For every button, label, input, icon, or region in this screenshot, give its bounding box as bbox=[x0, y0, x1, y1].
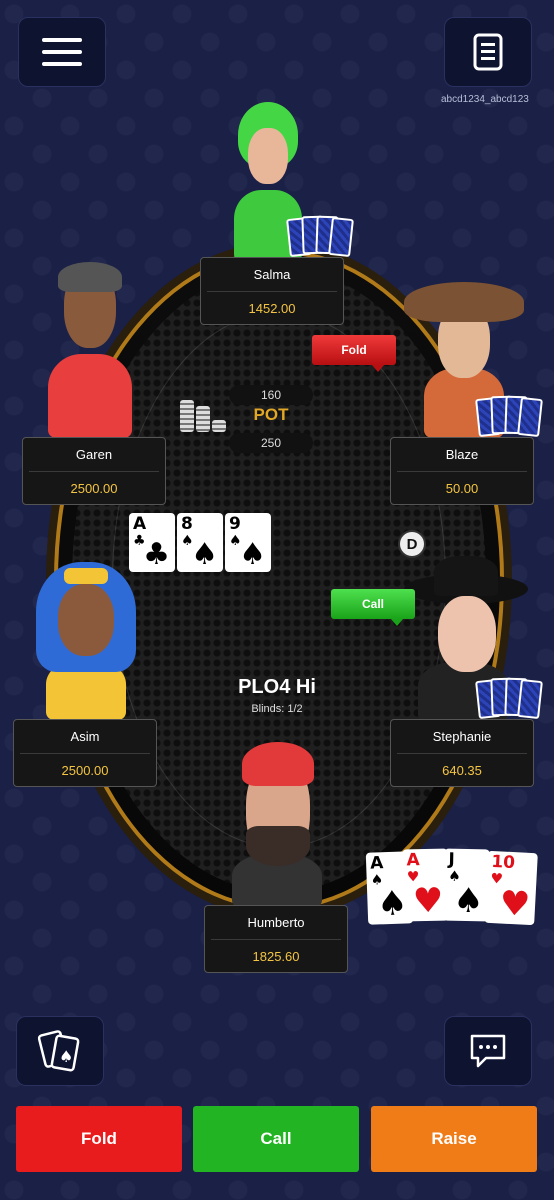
player-name: Stephanie bbox=[397, 720, 527, 754]
avatar-asim bbox=[10, 562, 160, 720]
seat-asim[interactable]: Asim 2500.00 bbox=[13, 719, 157, 787]
pot-amount-top: 160 bbox=[229, 385, 313, 405]
player-stack: 1825.60 bbox=[252, 948, 300, 964]
my-cards-button[interactable]: ♠ bbox=[16, 1016, 104, 1086]
player-stack: 2500.00 bbox=[70, 480, 118, 496]
card-rank: A bbox=[133, 514, 147, 534]
player-stack: 2500.00 bbox=[61, 762, 109, 778]
card-suit-large: ♥ bbox=[498, 883, 532, 925]
fold-button[interactable]: Fold bbox=[16, 1106, 182, 1172]
salma-card-backs bbox=[286, 214, 358, 258]
card-rank: A bbox=[406, 850, 420, 871]
seat-stephanie[interactable]: Stephanie 640.35 bbox=[390, 719, 534, 787]
hand-history-button[interactable] bbox=[444, 17, 532, 87]
blaze-card-backs bbox=[475, 394, 547, 438]
hero-card-2: A ♥ ♥ bbox=[402, 848, 449, 922]
card-rank: A bbox=[369, 853, 384, 874]
card-rank: 9 bbox=[229, 514, 241, 534]
card-rank: 10 bbox=[490, 851, 516, 874]
call-button[interactable]: Call bbox=[193, 1106, 359, 1172]
player-name: Asim bbox=[20, 720, 150, 754]
dealer-button: D bbox=[398, 530, 426, 558]
avatar-humberto bbox=[228, 742, 326, 908]
card-spade-icon: ♠ bbox=[37, 1030, 80, 1072]
salma-action-bubble: Fold bbox=[312, 335, 396, 372]
player-stack: 50.00 bbox=[445, 480, 479, 496]
card-suit-large: ♠ bbox=[191, 537, 218, 572]
raise-button[interactable]: Raise bbox=[371, 1106, 537, 1172]
hero-card-4: 10 ♥ ♥ bbox=[484, 850, 538, 926]
blinds-label: Blinds: 1/2 bbox=[251, 703, 303, 715]
card-rank: 8 bbox=[181, 514, 193, 534]
card-suit-large: ♠ bbox=[239, 537, 266, 572]
chat-bubble-icon bbox=[470, 1034, 506, 1068]
board-card-3: 9 ♠ ♠ bbox=[225, 513, 271, 572]
player-name: Salma bbox=[207, 258, 337, 292]
hero-card-3: J ♠ ♠ bbox=[443, 848, 490, 922]
board-card-2: 8 ♠ ♠ bbox=[177, 513, 223, 572]
stephanie-card-backs bbox=[475, 676, 547, 720]
board-card-1: A ♣ ♣ bbox=[129, 513, 175, 572]
chip-stack-icon bbox=[178, 398, 228, 434]
game-type: PLO4 Hi bbox=[238, 676, 316, 698]
card-suit-large: ♥ bbox=[412, 880, 444, 922]
player-stack: 1452.00 bbox=[248, 300, 296, 316]
chat-button[interactable] bbox=[444, 1016, 532, 1086]
card-rank: J bbox=[448, 849, 455, 870]
seat-garen[interactable]: Garen 2500.00 bbox=[22, 437, 166, 505]
player-name: Garen bbox=[29, 438, 159, 472]
player-name: Humberto bbox=[211, 906, 341, 940]
hamburger-menu-icon bbox=[42, 38, 82, 66]
avatar-garen bbox=[44, 262, 136, 438]
player-name: Blaze bbox=[397, 438, 527, 472]
stephanie-action-bubble: Call bbox=[331, 589, 415, 626]
seat-humberto[interactable]: Humberto 1825.60 bbox=[204, 905, 348, 973]
menu-button[interactable] bbox=[18, 17, 106, 87]
svg-text:♠: ♠ bbox=[59, 1047, 73, 1066]
user-id: abcd1234_abcd123 bbox=[441, 94, 529, 105]
player-stack: 640.35 bbox=[442, 762, 482, 778]
card-suit-large: ♣ bbox=[143, 537, 170, 572]
seat-blaze[interactable]: Blaze 50.00 bbox=[390, 437, 534, 505]
pot-label: POT bbox=[253, 405, 289, 424]
hand-history-icon bbox=[473, 33, 503, 71]
seat-salma[interactable]: Salma 1452.00 bbox=[200, 257, 344, 325]
pot-amount-bottom: 250 bbox=[229, 433, 313, 453]
card-suit-large: ♠ bbox=[452, 880, 485, 922]
